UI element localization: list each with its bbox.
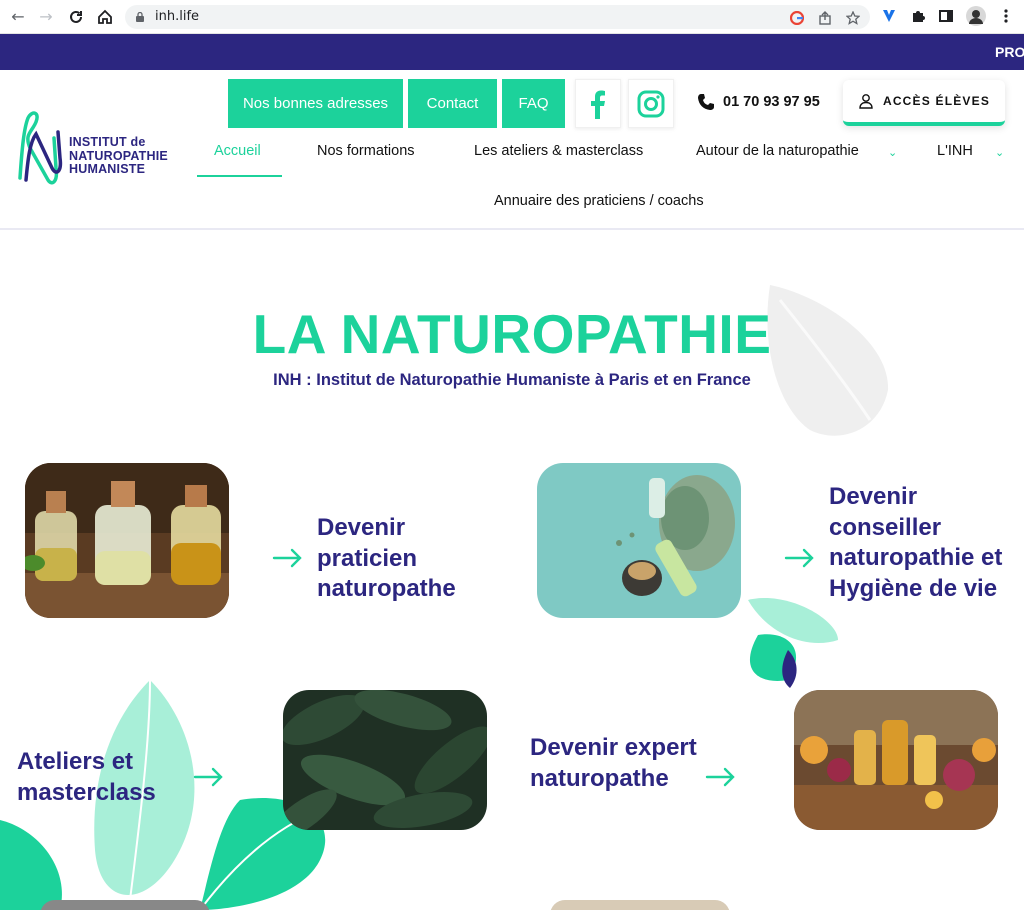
dark-leaves-image: [283, 690, 487, 830]
acces-eleves-button[interactable]: ACCÈS ÉLÈVES: [843, 80, 1005, 126]
share-icon[interactable]: [818, 11, 832, 25]
instagram-icon: [637, 90, 665, 117]
expert-image[interactable]: [794, 690, 998, 830]
chevron-down-icon[interactable]: ⌄: [888, 146, 897, 159]
praticien-image[interactable]: [25, 463, 229, 618]
menu-item-accueil[interactable]: Accueil: [214, 143, 261, 159]
home-icon[interactable]: [95, 7, 115, 27]
ateliers-image[interactable]: [283, 690, 487, 830]
card-title-conseiller[interactable]: Devenir conseiller naturopathie et Hygiè…: [829, 482, 1014, 604]
profile-icon[interactable]: [966, 6, 986, 26]
partial-image-2: [550, 900, 730, 910]
chevron-down-icon[interactable]: ⌄: [995, 146, 1004, 159]
active-underline: [197, 175, 282, 177]
logo-line-3: HUMANISTE: [69, 162, 146, 176]
site-header: INSTITUT de NATUROPATHIE HUMANISTE Nos b…: [0, 70, 1024, 230]
arrow-right-icon[interactable]: [784, 548, 816, 568]
flowers-oils-image: [794, 690, 998, 830]
facebook-icon: [591, 90, 605, 119]
back-icon[interactable]: ←: [8, 7, 28, 27]
logo[interactable]: INSTITUT de NATUROPATHIE HUMANISTE: [14, 108, 194, 188]
promo-text[interactable]: PRO: [995, 44, 1024, 60]
arrow-right-icon[interactable]: [193, 767, 225, 787]
logo-mark-icon: [18, 111, 63, 185]
phone-number: 01 70 93 97 95: [723, 94, 820, 110]
facebook-link[interactable]: [575, 79, 621, 128]
extension-icon[interactable]: [881, 8, 897, 24]
card-title-ateliers[interactable]: Ateliers et masterclass: [17, 747, 187, 808]
user-icon: [859, 94, 873, 109]
address-bar[interactable]: inh.life: [125, 5, 870, 29]
forward-icon[interactable]: →: [36, 7, 56, 27]
star-icon[interactable]: [846, 11, 860, 25]
reload-icon[interactable]: [66, 7, 86, 27]
sidebar-icon[interactable]: [938, 8, 954, 24]
logo-line-1: INSTITUT de: [69, 135, 146, 149]
oil-bottles-image: [25, 463, 229, 618]
menu-item-annuaire[interactable]: Annuaire des praticiens / coachs: [494, 193, 704, 209]
instagram-link[interactable]: [628, 79, 674, 128]
partial-image-1: [40, 900, 210, 910]
contact-button[interactable]: Contact: [408, 79, 497, 128]
small-leaf-decoration: [748, 598, 838, 688]
logo-text: INSTITUT de NATUROPATHIE HUMANISTE: [69, 135, 168, 177]
lock-icon: [136, 12, 144, 22]
acces-eleves-label: ACCÈS ÉLÈVES: [882, 94, 991, 108]
url-text: inh.life: [155, 9, 200, 24]
menu-item-ateliers[interactable]: Les ateliers & masterclass: [474, 143, 643, 159]
browser-toolbar: ← → inh.life: [0, 0, 1024, 34]
faq-button[interactable]: FAQ: [502, 79, 565, 128]
card-title-expert[interactable]: Devenir expert naturopathe: [530, 733, 700, 794]
page-subtitle: INH : Institut de Naturopathie Humaniste…: [273, 371, 751, 389]
conseiller-image[interactable]: [537, 463, 741, 618]
phone-icon: [698, 94, 714, 110]
arrow-right-icon[interactable]: [705, 767, 737, 787]
bonnes-adresses-button[interactable]: Nos bonnes adresses: [228, 79, 403, 128]
menu-item-inh[interactable]: L'INH: [937, 143, 973, 159]
page-title: LA NATUROPATHIE: [252, 303, 772, 365]
puzzle-icon[interactable]: [910, 8, 926, 24]
logo-line-2: NATUROPATHIE: [69, 148, 168, 163]
herbs-image: [537, 463, 741, 618]
phone-link[interactable]: 01 70 93 97 95: [697, 93, 820, 111]
card-title-praticien[interactable]: Devenir praticien naturopathe: [317, 513, 497, 605]
promo-bar: PRO: [0, 34, 1024, 70]
menu-item-autour[interactable]: Autour de la naturopathie: [696, 143, 859, 159]
arrow-right-icon[interactable]: [272, 548, 304, 568]
menu-item-formations[interactable]: Nos formations: [317, 143, 415, 159]
google-icon[interactable]: [790, 11, 804, 25]
menu-dots-icon[interactable]: [998, 8, 1014, 24]
